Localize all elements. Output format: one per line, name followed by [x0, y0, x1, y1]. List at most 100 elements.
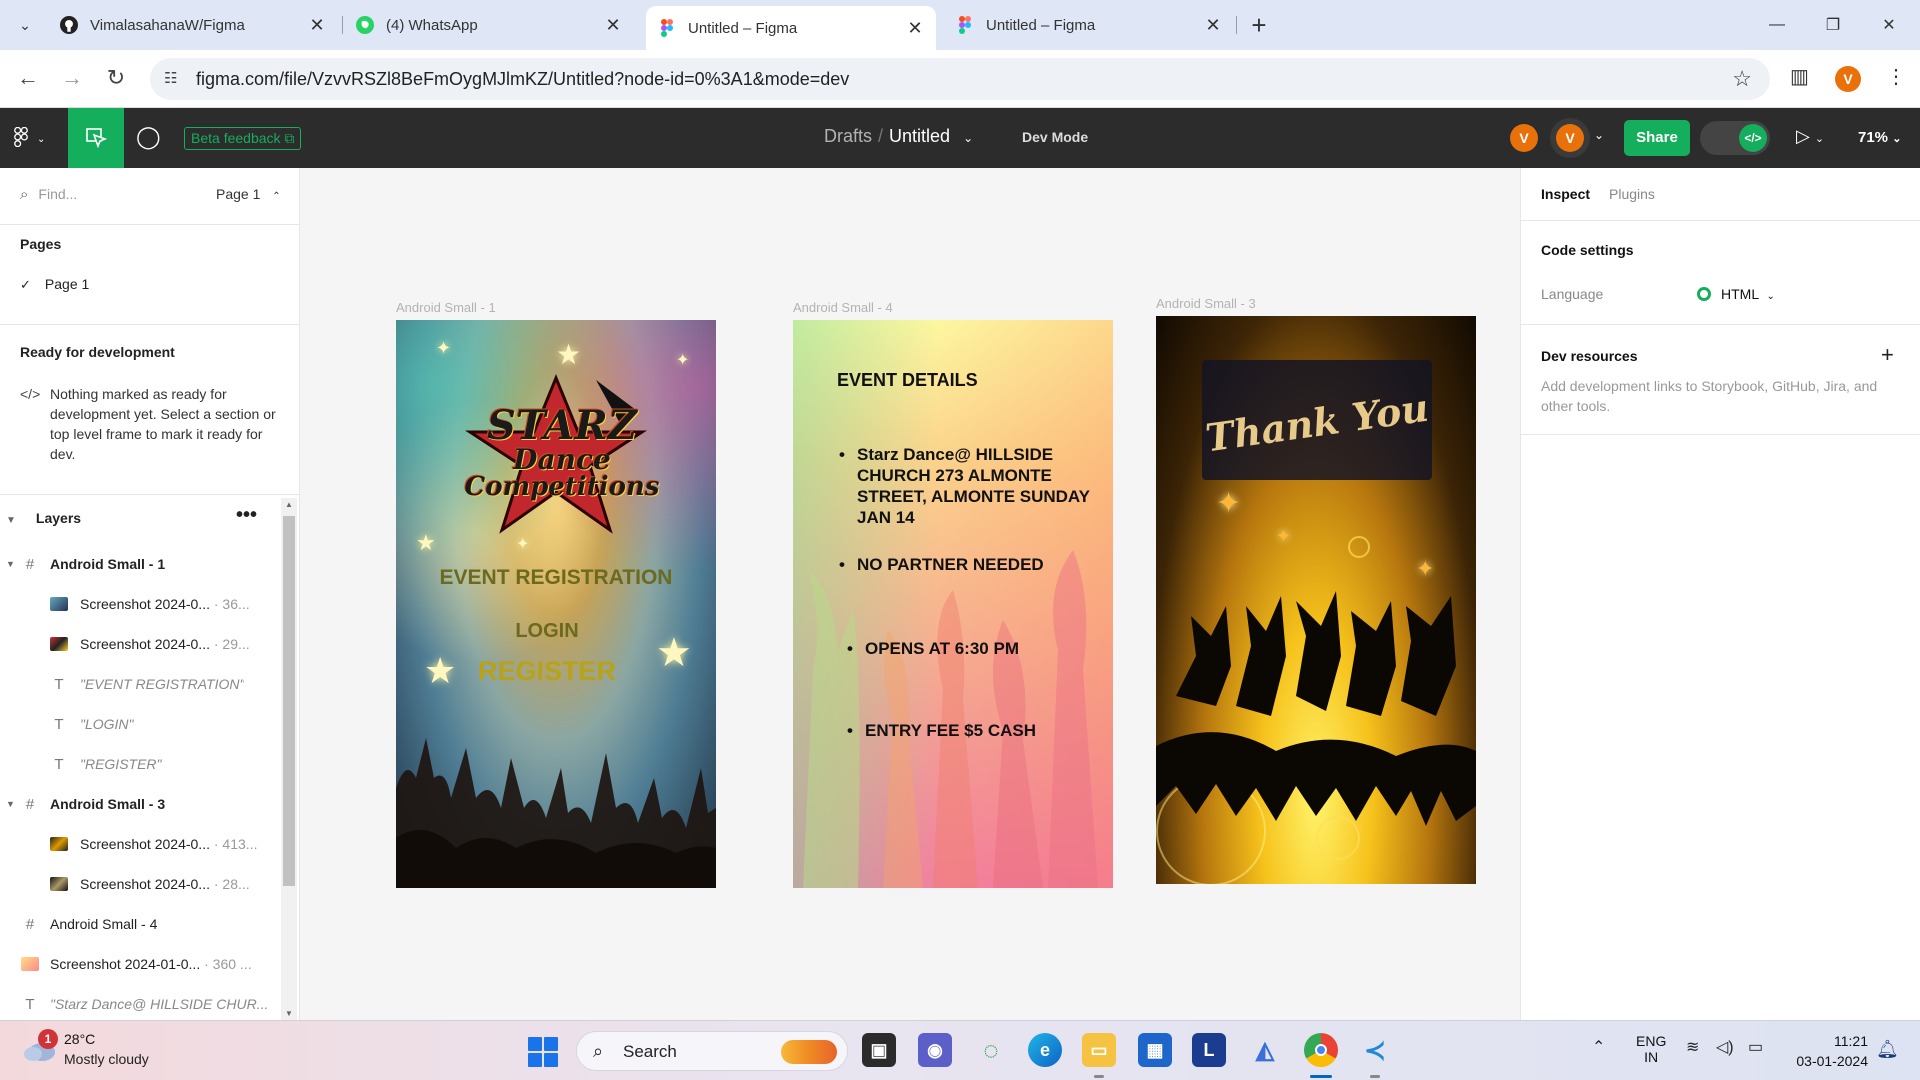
- close-icon[interactable]: ✕: [604, 15, 622, 36]
- layer-row-image[interactable]: Screenshot 2024-0... · 413...: [0, 824, 275, 864]
- wifi-icon[interactable]: ≋: [1686, 1037, 1699, 1057]
- close-icon[interactable]: ✕: [1204, 15, 1222, 36]
- tab-inspect[interactable]: Inspect: [1541, 186, 1590, 202]
- windows-start-icon[interactable]: [528, 1037, 558, 1067]
- show-hidden-icons-chevron-icon[interactable]: ⌃: [1592, 1037, 1605, 1057]
- forward-icon[interactable]: →: [56, 62, 88, 94]
- frame-android-small-1[interactable]: ✦ ★ ✦ ★ ✦ ★ ★ STARZ Dance Competitions E…: [396, 320, 716, 888]
- layer-row-text[interactable]: T "EVENT REGISTRATION": [0, 664, 275, 704]
- dev-mode-toggle[interactable]: </>: [1700, 121, 1770, 155]
- vscode-icon[interactable]: ≺: [1358, 1033, 1392, 1067]
- close-icon[interactable]: ✕: [308, 15, 326, 36]
- side-panel-icon[interactable]: ▥: [1790, 64, 1809, 89]
- layer-row-image[interactable]: Screenshot 2024-0... · 28...: [0, 864, 275, 904]
- user-avatar[interactable]: V: [1510, 124, 1538, 152]
- scroll-up-icon[interactable]: ▲: [285, 500, 293, 509]
- layers-scrollbar[interactable]: ▲ ▼: [281, 498, 297, 1020]
- design-canvas[interactable]: Android Small - 1 ✦ ★ ✦ ★ ✦ ★ ★ STARZ Da…: [300, 168, 1899, 1020]
- detail-item-venue[interactable]: Starz Dance@ HILLSIDE CHURCH 273 ALMONTE…: [837, 444, 1097, 528]
- event-details-title[interactable]: EVENT DETAILS: [837, 370, 978, 391]
- detail-item-partner[interactable]: NO PARTNER NEEDED: [837, 554, 1097, 575]
- tab-search-chevron-icon[interactable]: ⌄: [10, 10, 40, 40]
- layer-name-text: Screenshot 2024-0...: [80, 876, 210, 892]
- chevron-down-icon[interactable]: ⌄: [1594, 128, 1604, 142]
- frame-label[interactable]: Android Small - 3: [1156, 296, 1256, 311]
- chevron-down-icon[interactable]: ⌄: [963, 131, 973, 145]
- l-app-icon[interactable]: L: [1192, 1033, 1226, 1067]
- comment-icon[interactable]: ◯: [136, 124, 161, 150]
- refresh-app-icon[interactable]: ◌: [974, 1033, 1008, 1067]
- tab-whatsapp[interactable]: (4) WhatsApp ✕: [344, 6, 634, 44]
- notification-bell-icon[interactable]: 🔔︎: [1876, 1039, 1899, 1060]
- layer-row-image[interactable]: Screenshot 2024-0... · 36...: [0, 584, 275, 624]
- register-text[interactable]: REGISTER: [396, 656, 698, 687]
- detail-item-fee[interactable]: ENTRY FEE $5 CASH: [845, 720, 1105, 741]
- scroll-down-icon[interactable]: ▼: [285, 1009, 293, 1018]
- bokeh-ring: [1348, 536, 1370, 558]
- url-text[interactable]: figma.com/file/VzvvRSZl8BeFmOygMJlmKZ/Un…: [196, 69, 849, 90]
- layer-row-frame[interactable]: ▼ # Android Small - 1: [0, 544, 275, 584]
- login-text[interactable]: LOGIN: [396, 620, 698, 643]
- temperature[interactable]: 28°C: [64, 1031, 95, 1047]
- minimize-icon[interactable]: —: [1754, 8, 1800, 42]
- file-name[interactable]: Untitled: [889, 126, 950, 146]
- event-registration-text[interactable]: EVENT REGISTRATION: [396, 566, 716, 590]
- current-user-avatar[interactable]: V: [1556, 124, 1584, 152]
- browser-menu-icon[interactable]: ⋮: [1886, 64, 1906, 89]
- frame-android-small-4[interactable]: EVENT DETAILS Starz Dance@ HILLSIDE CHUR…: [793, 320, 1113, 888]
- more-options-icon[interactable]: •••: [236, 504, 257, 527]
- browser-profile-avatar[interactable]: V: [1835, 66, 1861, 92]
- restore-icon[interactable]: ❐: [1810, 8, 1856, 42]
- chrome-browser-icon[interactable]: [1304, 1033, 1338, 1067]
- bookmark-star-icon[interactable]: ☆: [1732, 66, 1752, 92]
- frame-label[interactable]: Android Small - 1: [396, 300, 496, 315]
- detail-item-opens[interactable]: OPENS AT 6:30 PM: [845, 638, 1105, 659]
- page-selector[interactable]: Page 1 ⌃: [216, 186, 281, 202]
- move-tool-button[interactable]: [68, 108, 124, 168]
- url-omnibox[interactable]: ☷ figma.com/file/VzvvRSZl8BeFmOygMJlmKZ/…: [150, 58, 1770, 100]
- page-item[interactable]: ✓ Page 1: [20, 276, 89, 293]
- layer-row-image[interactable]: Screenshot 2024-0... · 29...: [0, 624, 275, 664]
- add-resource-plus-icon[interactable]: +: [1881, 342, 1894, 368]
- file-explorer-icon[interactable]: ▭: [1082, 1033, 1116, 1067]
- layer-row-text[interactable]: T "REGISTER": [0, 744, 275, 784]
- battery-icon[interactable]: ▭: [1748, 1037, 1763, 1057]
- share-button[interactable]: Share: [1624, 120, 1690, 156]
- layers-heading[interactable]: ▼ Layers: [6, 510, 81, 526]
- window-close-icon[interactable]: ✕: [1866, 8, 1912, 42]
- layer-row-frame[interactable]: # Android Small - 4: [0, 904, 275, 944]
- teams-chat-icon[interactable]: ◉: [918, 1033, 952, 1067]
- triangle-app-icon[interactable]: ◭: [1248, 1033, 1282, 1067]
- tab-figma-active[interactable]: Untitled – Figma ✕: [646, 6, 936, 50]
- layer-row-image[interactable]: Screenshot 2024-01-0... · 360 ...: [0, 944, 275, 984]
- beta-feedback-button[interactable]: Beta feedback ⧉: [184, 127, 302, 150]
- tab-plugins[interactable]: Plugins: [1609, 186, 1655, 202]
- taskbar-search[interactable]: ⌕ Search: [576, 1031, 848, 1071]
- find-input[interactable]: ⌕ Find...: [20, 186, 77, 203]
- task-view-icon[interactable]: ▣: [862, 1033, 896, 1067]
- system-clock[interactable]: 11:21 03-01-2024: [1788, 1031, 1868, 1071]
- site-settings-icon[interactable]: ☷: [164, 69, 184, 89]
- input-language[interactable]: ENG IN: [1636, 1033, 1666, 1065]
- frame-label[interactable]: Android Small - 4: [793, 300, 893, 315]
- layer-row-frame[interactable]: ▼ # Android Small - 3: [0, 784, 275, 824]
- scrollbar-thumb[interactable]: [283, 516, 295, 886]
- microsoft-store-icon[interactable]: ▦: [1138, 1033, 1172, 1067]
- reload-icon[interactable]: ↻: [100, 62, 132, 94]
- layer-row-text[interactable]: T "Starz Dance@ HILLSIDE CHUR...: [0, 984, 275, 1020]
- new-tab-button[interactable]: +: [1244, 10, 1274, 40]
- weather-condition[interactable]: Mostly cloudy: [64, 1051, 149, 1067]
- back-icon[interactable]: ←: [12, 62, 44, 94]
- frame-android-small-3[interactable]: Thank You ✦ ✦ ✦: [1156, 316, 1476, 884]
- volume-icon[interactable]: ◁): [1716, 1037, 1734, 1057]
- edge-browser-icon[interactable]: e: [1028, 1033, 1062, 1067]
- breadcrumb-drafts[interactable]: Drafts: [824, 126, 872, 146]
- close-icon[interactable]: ✕: [906, 18, 924, 39]
- figma-menu-icon[interactable]: ⌄: [14, 126, 45, 148]
- zoom-level[interactable]: 71% ⌄: [1858, 129, 1901, 146]
- language-select[interactable]: HTML ⌄: [1697, 286, 1775, 302]
- present-play-icon[interactable]: ▷ ⌄: [1796, 126, 1824, 147]
- layer-row-text[interactable]: T "LOGIN": [0, 704, 275, 744]
- tab-github[interactable]: VimalasahanaW/Figma ✕: [48, 6, 338, 44]
- tab-figma[interactable]: Untitled – Figma ✕: [944, 6, 1234, 44]
